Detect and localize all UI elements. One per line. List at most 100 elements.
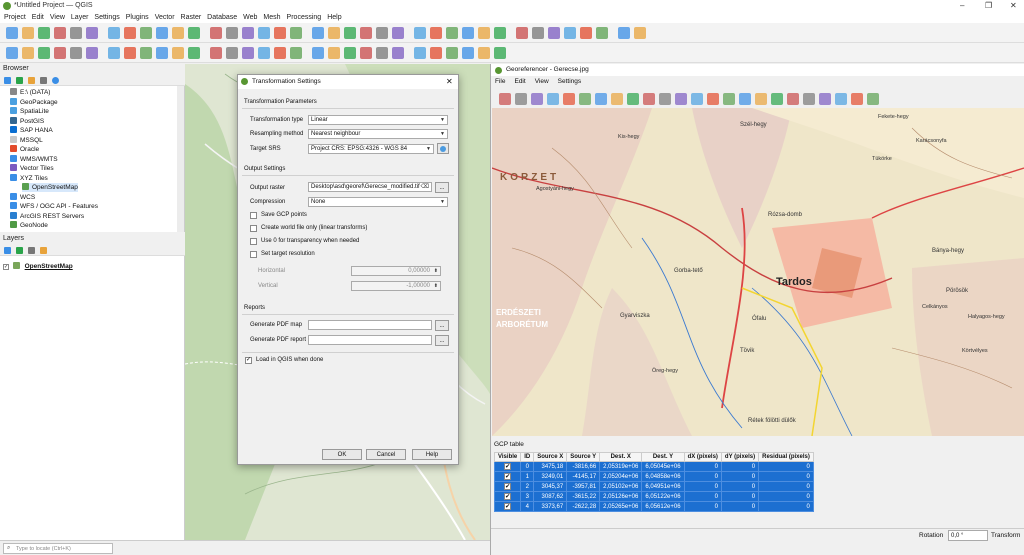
gcp-cell[interactable]: 0 <box>720 491 760 502</box>
menu-processing[interactable]: Processing <box>287 12 322 23</box>
gcp-row[interactable]: ✔ 3 3087,62 -3615,22 2,05126e+06 6,05122e+06 0… <box>493 491 814 502</box>
browser-item[interactable]: ArcGIS REST Servers <box>10 211 84 221</box>
gcp-cell[interactable]: 0 <box>520 461 535 472</box>
column-source-x[interactable]: Source X <box>533 452 568 462</box>
toolbar-tool-icon[interactable] <box>430 47 442 59</box>
set-resolution-checkbox[interactable] <box>250 251 257 258</box>
gcp-cell[interactable]: 0 <box>720 481 760 492</box>
toolbar-tool-icon[interactable] <box>258 27 270 39</box>
add-group-icon[interactable] <box>16 247 23 254</box>
menu-database[interactable]: Database <box>207 12 237 23</box>
gcp-cell[interactable]: 2,05319e+06 <box>599 461 643 472</box>
toolbar-tool-icon[interactable] <box>376 27 388 39</box>
toolbar-tool-icon[interactable] <box>392 47 404 59</box>
toolbar-tool-icon[interactable] <box>634 27 646 39</box>
gcp-visible-checkbox[interactable]: ✔ <box>504 493 512 500</box>
georef-tool-icon[interactable] <box>563 93 575 105</box>
vertical-resolution-input[interactable]: -1,00000 ⬍ <box>351 281 441 291</box>
toolbar-tool-icon[interactable] <box>478 27 490 39</box>
toolbar-tool-icon[interactable] <box>22 47 34 59</box>
toolbar-tool-icon[interactable] <box>618 27 630 39</box>
toolbar-tool-icon[interactable] <box>124 47 136 59</box>
gcp-visible-checkbox[interactable]: ✔ <box>504 503 512 510</box>
toolbar-tool-icon[interactable] <box>38 47 50 59</box>
gcp-cell[interactable]: 2 <box>520 481 535 492</box>
menu-edit[interactable]: Edit <box>32 12 44 23</box>
georef-tool-icon[interactable] <box>739 93 751 105</box>
georef-tool-icon[interactable] <box>627 93 639 105</box>
gcp-cell[interactable]: 2,05204e+06 <box>599 471 643 482</box>
toolbar-tool-icon[interactable] <box>38 27 50 39</box>
gcp-cell[interactable]: 0 <box>683 491 722 502</box>
georef-tool-icon[interactable] <box>707 93 719 105</box>
toolbar-tool-icon[interactable] <box>242 47 254 59</box>
toolbar-tool-icon[interactable] <box>462 47 474 59</box>
georef-tool-icon[interactable] <box>771 93 783 105</box>
restore-icon[interactable]: ❐ <box>985 1 992 10</box>
georef-tool-icon[interactable] <box>787 93 799 105</box>
gcp-cell[interactable]: 2,05102e+06 <box>599 481 643 492</box>
rotation-input[interactable]: 0,0 ° <box>948 530 988 541</box>
toolbar-tool-icon[interactable] <box>360 27 372 39</box>
gcp-cell[interactable]: 0 <box>683 461 722 472</box>
gcp-cell[interactable]: -3816,66 <box>566 461 601 472</box>
filter-icon[interactable] <box>28 77 35 84</box>
menu-view[interactable]: View <box>50 12 65 23</box>
use-zero-transparency-checkbox[interactable] <box>250 238 257 245</box>
gcp-cell[interactable]: -4145,17 <box>566 471 601 482</box>
toolbar-tool-icon[interactable] <box>274 27 286 39</box>
georef-menu-file[interactable]: File <box>495 78 505 88</box>
toolbar-tool-icon[interactable] <box>290 47 302 59</box>
toolbar-tool-icon[interactable] <box>446 27 458 39</box>
gcp-cell[interactable]: 3 <box>520 491 535 502</box>
toolbar-tool-icon[interactable] <box>210 27 222 39</box>
target-srs-select[interactable]: Project CRS: EPSG:4326 - WGS 84 ▼ <box>308 144 434 154</box>
toolbar-tool-icon[interactable] <box>516 27 528 39</box>
georef-tool-icon[interactable] <box>691 93 703 105</box>
toolbar-tool-icon[interactable] <box>580 27 592 39</box>
toolbar-tool-icon[interactable] <box>596 27 608 39</box>
gcp-cell[interactable]: 3475,18 <box>533 461 568 472</box>
gcp-cell[interactable]: 2,05265e+06 <box>599 501 643 512</box>
georef-menu-view[interactable]: View <box>535 78 549 88</box>
browser-item[interactable]: Oracle <box>10 145 39 154</box>
toolbar-tool-icon[interactable] <box>188 47 200 59</box>
collapse-all-icon[interactable] <box>40 77 47 84</box>
gcp-cell[interactable]: 2,05126e+06 <box>599 491 643 502</box>
resampling-method-select[interactable]: Nearest neighbour ▼ <box>308 129 448 139</box>
gcp-row[interactable]: ✔ 1 3249,01 -4145,17 2,05204e+06 6,04858e+06 0… <box>493 471 814 482</box>
gcp-row[interactable]: ✔ 2 3045,37 -3957,81 2,05102e+06 6,04951e+06 0… <box>493 481 814 492</box>
browser-item[interactable]: WCS <box>10 192 35 202</box>
pdf-report-input[interactable] <box>308 335 432 345</box>
gcp-row[interactable]: ✔ 4 3373,67 -2622,28 2,05265e+06 6,05612e+06 0… <box>493 501 814 512</box>
toolbar-tool-icon[interactable] <box>156 47 168 59</box>
pdf-report-browse-button[interactable]: ... <box>435 335 449 346</box>
world-file-checkbox[interactable] <box>250 225 257 232</box>
gcp-cell[interactable]: 0 <box>758 461 814 472</box>
gcp-cell[interactable]: 3373,67 <box>533 501 568 512</box>
transformation-type-select[interactable]: Linear ▼ <box>308 115 448 125</box>
menu-raster[interactable]: Raster <box>181 12 202 23</box>
pdf-map-input[interactable] <box>308 320 432 330</box>
gcp-cell[interactable]: 0 <box>720 471 760 482</box>
menu-project[interactable]: Project <box>4 12 26 23</box>
toolbar-tool-icon[interactable] <box>360 47 372 59</box>
compression-select[interactable]: None ▼ <box>308 197 448 207</box>
toolbar-tool-icon[interactable] <box>494 27 506 39</box>
toolbar-tool-icon[interactable] <box>312 47 324 59</box>
toolbar-tool-icon[interactable] <box>548 27 560 39</box>
column-dest-y[interactable]: Dest. Y <box>641 452 685 462</box>
georeferencer-map-canvas[interactable]: KORZET Tardos Gyarviszka Szél-hegy Bánya… <box>492 108 1024 436</box>
load-in-qgis-checkbox[interactable]: ✓ <box>245 357 252 364</box>
georef-tool-icon[interactable] <box>579 93 591 105</box>
toolbar-tool-icon[interactable] <box>494 47 506 59</box>
minimize-icon[interactable]: – <box>960 1 964 10</box>
gcp-cell[interactable]: 6,04951e+06 <box>641 481 685 492</box>
toolbar-tool-icon[interactable] <box>124 27 136 39</box>
toolbar-tool-icon[interactable] <box>414 47 426 59</box>
gcp-cell[interactable]: 6,05612e+06 <box>641 501 685 512</box>
toolbar-tool-icon[interactable] <box>564 27 576 39</box>
browser-item[interactable]: PostGIS <box>10 116 44 126</box>
gcp-cell[interactable]: 0 <box>758 481 814 492</box>
gcp-cell[interactable]: 3045,37 <box>533 481 568 492</box>
